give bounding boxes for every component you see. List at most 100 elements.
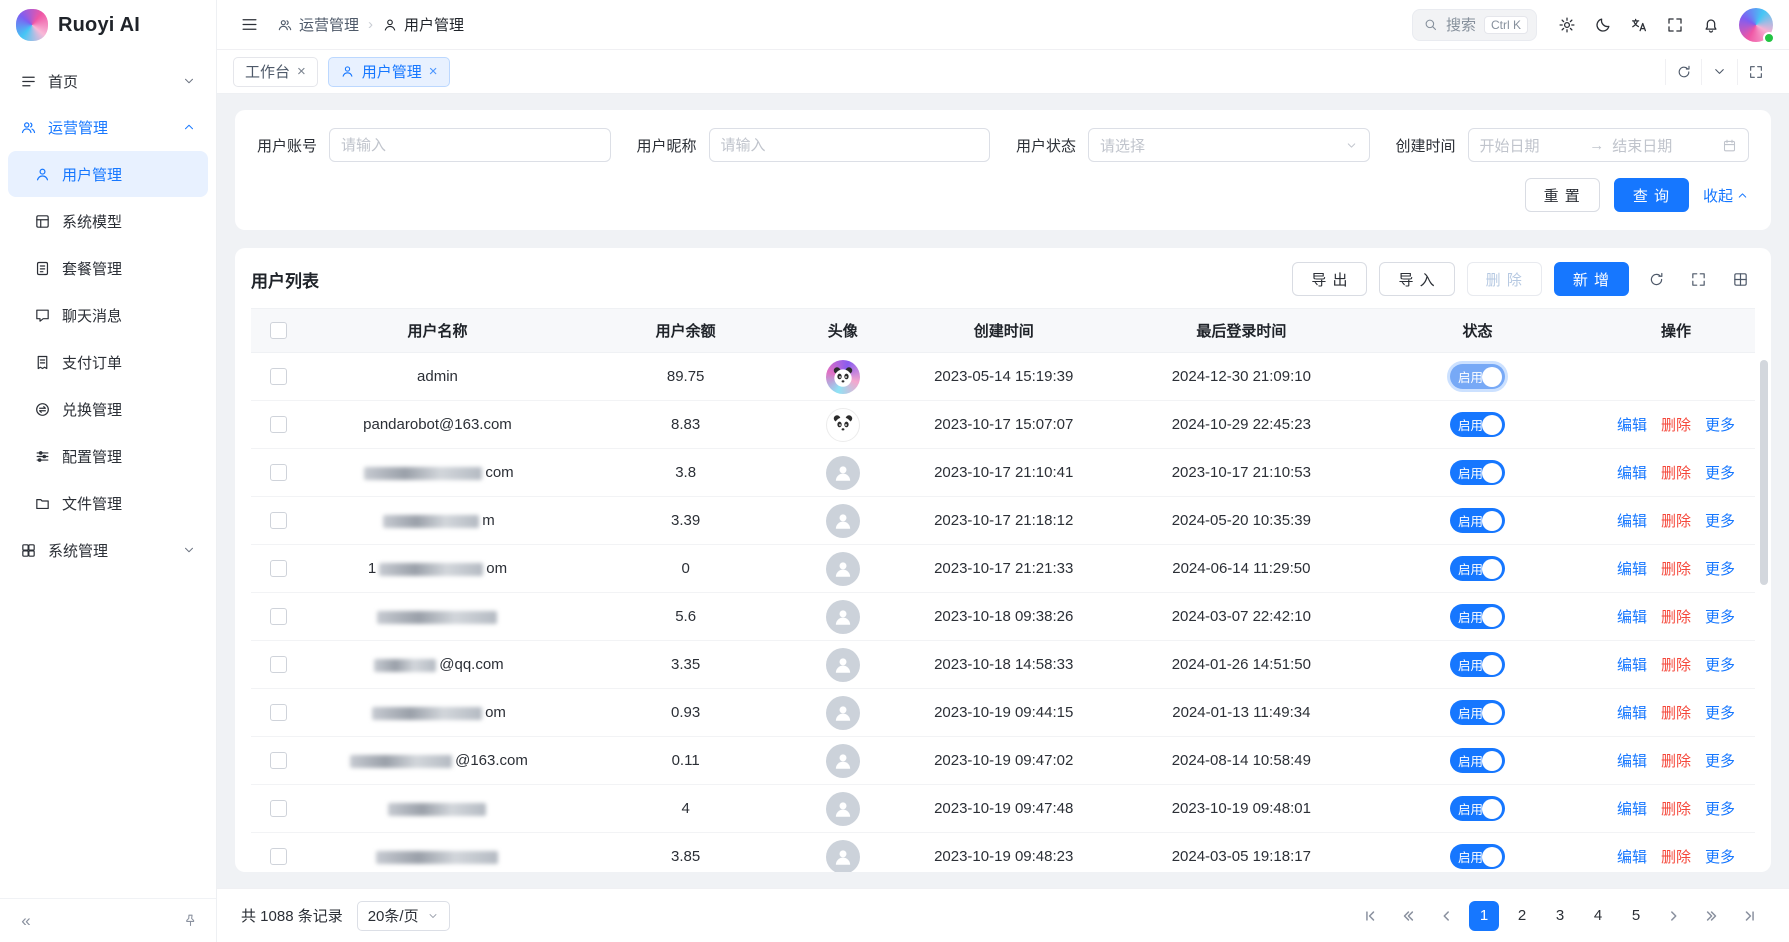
close-icon[interactable]: × (297, 64, 306, 79)
refresh-table-icon[interactable] (1641, 264, 1671, 294)
status-switch[interactable]: 启用 (1450, 412, 1505, 437)
edit-link[interactable]: 编辑 (1617, 609, 1647, 626)
status-select[interactable]: 请选择 (1088, 128, 1369, 162)
column-header[interactable]: 用户名称 (307, 309, 569, 353)
row-checkbox[interactable] (270, 464, 287, 481)
breadcrumb-operations[interactable]: 运营管理 (277, 14, 359, 35)
status-switch[interactable]: 启用 (1450, 556, 1505, 581)
more-link[interactable]: 更多 (1705, 801, 1735, 818)
delete-link[interactable]: 删除 (1661, 417, 1691, 434)
more-link[interactable]: 更多 (1705, 657, 1735, 674)
pin-icon[interactable] (178, 909, 202, 933)
edit-link[interactable]: 编辑 (1617, 513, 1647, 530)
user-avatar[interactable] (1739, 8, 1773, 42)
delete-link[interactable]: 删除 (1661, 561, 1691, 578)
sidebar-item-folder[interactable]: 文件管理 (8, 480, 208, 526)
status-switch[interactable]: 启用 (1450, 796, 1505, 821)
collapse-filter-link[interactable]: 收起 (1703, 185, 1749, 206)
more-link[interactable]: 更多 (1705, 561, 1735, 578)
sidebar-item-chat[interactable]: 聊天消息 (8, 292, 208, 338)
sidebar-item-model[interactable]: 系统模型 (8, 198, 208, 244)
more-link[interactable]: 更多 (1705, 465, 1735, 482)
nickname-input[interactable] (709, 128, 990, 162)
column-header[interactable]: 操作 (1597, 309, 1755, 353)
delete-link[interactable]: 删除 (1661, 849, 1691, 866)
edit-link[interactable]: 编辑 (1617, 657, 1647, 674)
edit-link[interactable]: 编辑 (1617, 561, 1647, 578)
status-switch[interactable]: 启用 (1450, 508, 1505, 533)
delete-button[interactable]: 删 除 (1467, 262, 1542, 296)
layout-fullscreen-icon[interactable] (1737, 59, 1773, 85)
delete-link[interactable]: 删除 (1661, 753, 1691, 770)
delete-link[interactable]: 删除 (1661, 513, 1691, 530)
column-header[interactable]: 状态 (1358, 309, 1597, 353)
page-3-button[interactable]: 3 (1545, 901, 1575, 931)
date-range-picker[interactable]: 开始日期 → 结束日期 (1468, 128, 1749, 162)
logo[interactable]: Ruoyi AI (0, 0, 216, 50)
breadcrumb-user-management[interactable]: 用户管理 (382, 14, 464, 35)
sidebar-item-package[interactable]: 套餐管理 (8, 245, 208, 291)
collapse-sidebar-button[interactable]: « (14, 909, 38, 933)
export-button[interactable]: 导 出 (1292, 262, 1367, 296)
refresh-tab-icon[interactable] (1665, 59, 1701, 85)
translate-icon[interactable] (1623, 9, 1655, 41)
tab-user-management[interactable]: 用户管理 × (328, 57, 450, 87)
status-switch[interactable]: 启用 (1450, 604, 1505, 629)
status-switch[interactable]: 启用 (1450, 364, 1505, 389)
sidebar-item-config[interactable]: 配置管理 (8, 433, 208, 479)
sidebar-item-operations[interactable]: 运营管理 (8, 104, 208, 150)
reset-button[interactable]: 重 置 (1525, 178, 1600, 212)
page-size-select[interactable]: 20条/页 (357, 901, 450, 931)
column-header[interactable]: 用户余额 (568, 309, 803, 353)
status-switch[interactable]: 启用 (1450, 700, 1505, 725)
prev-page-button[interactable] (1431, 901, 1461, 931)
delete-link[interactable]: 删除 (1661, 609, 1691, 626)
delete-link[interactable]: 删除 (1661, 705, 1691, 722)
edit-link[interactable]: 编辑 (1617, 417, 1647, 434)
add-button[interactable]: 新 增 (1554, 262, 1629, 296)
next-page-button[interactable] (1659, 901, 1689, 931)
row-checkbox[interactable] (270, 608, 287, 625)
edit-link[interactable]: 编辑 (1617, 465, 1647, 482)
column-header[interactable]: 创建时间 (883, 309, 1125, 353)
column-settings-icon[interactable] (1725, 264, 1755, 294)
more-link[interactable]: 更多 (1705, 513, 1735, 530)
settings-icon[interactable] (1551, 9, 1583, 41)
status-switch[interactable]: 启用 (1450, 844, 1505, 869)
row-checkbox[interactable] (270, 512, 287, 529)
row-checkbox[interactable] (270, 704, 287, 721)
row-checkbox[interactable] (270, 800, 287, 817)
delete-link[interactable]: 删除 (1661, 657, 1691, 674)
hamburger-menu-icon[interactable] (233, 9, 265, 41)
more-link[interactable]: 更多 (1705, 417, 1735, 434)
import-button[interactable]: 导 入 (1379, 262, 1454, 296)
row-checkbox[interactable] (270, 848, 287, 865)
more-link[interactable]: 更多 (1705, 849, 1735, 866)
more-link[interactable]: 更多 (1705, 705, 1735, 722)
select-all-checkbox[interactable] (270, 322, 287, 339)
fullscreen-icon[interactable] (1659, 9, 1691, 41)
bell-icon[interactable] (1695, 9, 1727, 41)
close-icon[interactable]: × (429, 64, 438, 79)
row-checkbox[interactable] (270, 368, 287, 385)
moon-icon[interactable] (1587, 9, 1619, 41)
row-checkbox[interactable] (270, 656, 287, 673)
sidebar-item-exchange[interactable]: 兑换管理 (8, 386, 208, 432)
sidebar-item-order[interactable]: 支付订单 (8, 339, 208, 385)
more-link[interactable]: 更多 (1705, 609, 1735, 626)
next-5-pages-button[interactable] (1697, 901, 1727, 931)
prev-5-pages-button[interactable] (1393, 901, 1423, 931)
row-checkbox[interactable] (270, 560, 287, 577)
page-1-button[interactable]: 1 (1469, 901, 1499, 931)
status-switch[interactable]: 启用 (1450, 748, 1505, 773)
search-button[interactable]: 查 询 (1614, 178, 1689, 212)
status-switch[interactable]: 启用 (1450, 652, 1505, 677)
sidebar-item-system[interactable]: 系统管理 (8, 527, 208, 573)
table-scrollbar[interactable] (1760, 360, 1768, 585)
edit-link[interactable]: 编辑 (1617, 849, 1647, 866)
edit-link[interactable]: 编辑 (1617, 801, 1647, 818)
more-link[interactable]: 更多 (1705, 753, 1735, 770)
page-4-button[interactable]: 4 (1583, 901, 1613, 931)
account-input[interactable] (329, 128, 610, 162)
sidebar-item-user[interactable]: 用户管理 (8, 151, 208, 197)
